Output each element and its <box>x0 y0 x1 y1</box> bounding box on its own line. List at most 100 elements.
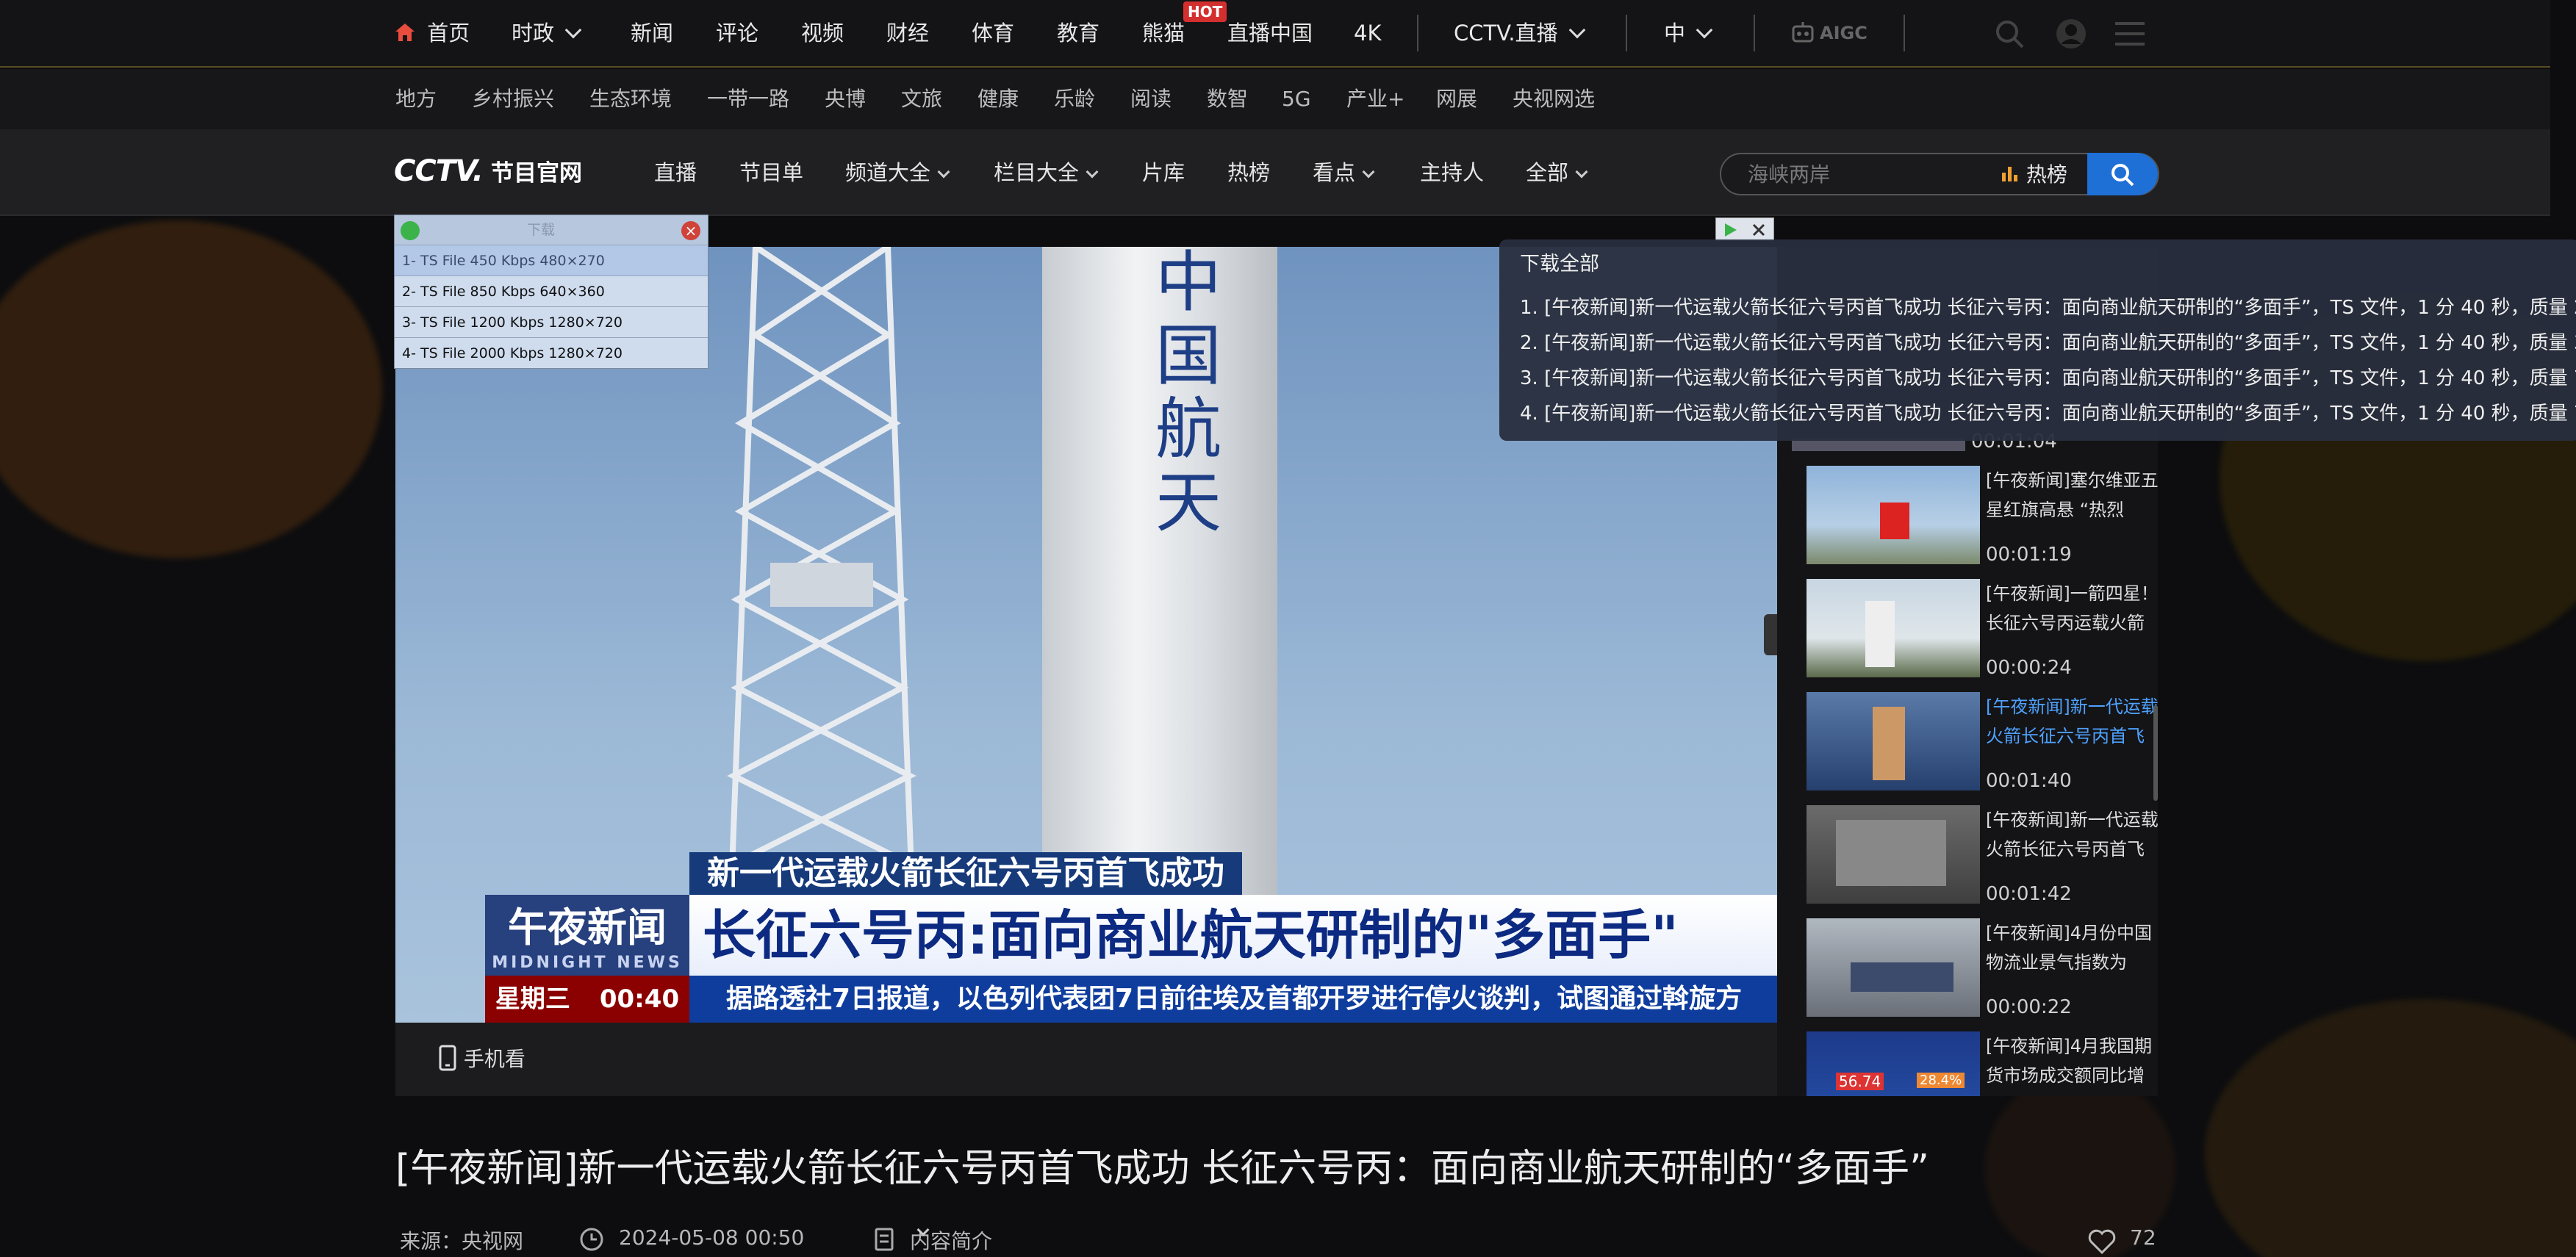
subnav-item[interactable]: 5G <box>1282 69 1311 129</box>
subnav-item[interactable]: 文旅 <box>901 69 942 129</box>
format-option[interactable]: 2- TS File 850 Kbps 640×360 <box>395 275 708 306</box>
video-thumbnail[interactable] <box>1807 692 1980 790</box>
program-logo-text: 午夜新闻 <box>508 904 667 951</box>
prognav-live[interactable]: 直播 <box>654 129 697 216</box>
subnav-item[interactable]: 数智 <box>1207 69 1248 129</box>
close-icon[interactable]: × <box>681 221 700 240</box>
subnav-item[interactable]: 网展 <box>1436 69 1477 129</box>
subnav-item[interactable]: 一带一路 <box>707 69 789 129</box>
menu-icon[interactable] <box>2114 19 2146 48</box>
prognav-programs-label: 栏目大全 <box>994 160 1080 185</box>
nav-live-china[interactable]: 直播中国 <box>1227 0 1313 66</box>
subnav-item[interactable]: 央博 <box>825 69 866 129</box>
chevron-down-icon <box>1086 165 1099 179</box>
hotlist-label: 热榜 <box>2026 162 2067 187</box>
nav-news[interactable]: 新闻 <box>631 0 673 66</box>
playlist-item[interactable]: [午夜新闻]一箭四星！长征六号丙运载火箭 00:00:24 <box>1792 579 2158 682</box>
nav-4k[interactable]: 4K <box>1354 0 1381 66</box>
nav-finance[interactable]: 财经 <box>886 0 929 66</box>
nav-politics[interactable]: 时政 <box>512 0 582 66</box>
format-option[interactable]: 3- TS File 1200 Kbps 1280×720 <box>395 306 708 337</box>
playlist-item[interactable]: [午夜新闻]新一代运载火箭长征六号丙首飞 00:01:42 <box>1792 805 2158 908</box>
download-all-title[interactable]: 下载全部 <box>1520 250 1599 279</box>
prognav-highlights[interactable]: 看点 <box>1313 129 1375 216</box>
mobile-watch-label: 手机看 <box>463 1047 525 1071</box>
document-icon <box>875 1228 894 1251</box>
aigc-logo[interactable]: AIGC <box>1790 21 1868 46</box>
nav-news-label: 新闻 <box>631 21 674 46</box>
nav-cctv-live-label: CCTV.直播 <box>1454 21 1558 46</box>
playlist-item[interactable]: [午夜新闻]塞尔维亚五星红旗高悬 “热烈 00:01:19 <box>1792 466 2158 569</box>
format-option[interactable]: 1- TS File 450 Kbps 480×270 <box>395 245 708 275</box>
download-item[interactable]: 4. [午夜新闻]新一代运载火箭长征六号丙首飞成功 长征六号丙：面向商业航天研制… <box>1520 397 2576 431</box>
close-icon[interactable] <box>1750 222 1768 238</box>
bar-chart-icon <box>2002 167 2017 181</box>
playlist-item[interactable]: 56.74 28.4% [午夜新闻]4月我国期货市场成交额同比增 <box>1792 1031 2152 1096</box>
video-thumbnail[interactable] <box>1807 805 1980 904</box>
search-button[interactable] <box>2087 153 2158 195</box>
subnav-item[interactable]: 地方 <box>395 69 437 129</box>
nav-home[interactable]: 首页 <box>394 0 470 66</box>
download-item[interactable]: 2. [午夜新闻]新一代运载火箭长征六号丙首飞成功 长征六号丙：面向商业航天研制… <box>1520 326 2576 360</box>
playlist-scrollbar[interactable] <box>2153 705 2158 801</box>
prognav-channels[interactable]: 频道大全 <box>845 129 950 216</box>
chart-value: 28.4% <box>1917 1073 1965 1088</box>
nav-politics-label: 时政 <box>512 21 555 46</box>
playlist-item-title: [午夜新闻]新一代运载火箭长征六号丙首飞 <box>1986 696 2158 746</box>
side-expand-handle[interactable] <box>1764 614 1777 655</box>
prognav-programs[interactable]: 栏目大全 <box>994 129 1099 216</box>
nav-cctv-live[interactable]: CCTV.直播 <box>1454 0 1585 66</box>
prognav-hot[interactable]: 热榜 <box>1227 129 1270 216</box>
subnav-item[interactable]: 阅读 <box>1130 69 1172 129</box>
subnav-item[interactable]: 产业+ <box>1346 69 1404 129</box>
heart-icon[interactable] <box>2087 1228 2117 1255</box>
language-selector[interactable]: 中 <box>1664 0 1713 66</box>
prognav-library[interactable]: 片库 <box>1142 129 1185 216</box>
broadcast-clock: 00:40 <box>599 984 680 1014</box>
nav-sports[interactable]: 体育 <box>972 0 1014 66</box>
playlist-item[interactable]: [午夜新闻]4月份中国物流业景气指数为 00:00:22 <box>1792 918 2152 1021</box>
aigc-label: AIGC <box>1820 23 1868 43</box>
subnav-item[interactable]: 乐龄 <box>1054 69 1095 129</box>
hotlist-link[interactable]: 热榜 <box>2001 154 2067 195</box>
nav-education[interactable]: 教育 <box>1057 0 1099 66</box>
search-icon[interactable] <box>1993 18 2026 50</box>
subnav-item[interactable]: 乡村振兴 <box>472 69 554 129</box>
playlist-item-duration: 00:00:24 <box>1986 657 2072 679</box>
nav-panda[interactable]: 熊猫 <box>1142 0 1185 66</box>
playlist-item-active[interactable]: [午夜新闻]新一代运载火箭长征六号丙首飞 00:01:40 <box>1792 692 2158 795</box>
source-label: 来源：央视网 <box>400 1229 524 1253</box>
playlist-item-duration: 00:01:19 <box>1986 544 2072 566</box>
prognav-schedule[interactable]: 节目单 <box>739 129 803 216</box>
broadcast-time: 星期三 00:40 <box>485 976 689 1023</box>
video-thumbnail[interactable]: 56.74 28.4% <box>1807 1031 1980 1096</box>
flag-image <box>1880 503 1909 539</box>
search-input[interactable] <box>1748 162 1990 188</box>
video-thumbnail[interactable] <box>1807 918 1980 1017</box>
play-icon[interactable] <box>1722 222 1740 238</box>
nav-video[interactable]: 视频 <box>801 0 844 66</box>
user-icon[interactable] <box>2055 18 2087 50</box>
video-thumbnail[interactable] <box>1807 579 1980 677</box>
nav-commentary-label: 评论 <box>716 21 759 46</box>
format-option[interactable]: 4- TS File 2000 Kbps 1280×720 <box>395 337 708 368</box>
subnav-item[interactable]: 央视网选 <box>1513 69 1595 129</box>
caption-subtitle: 新一代运载火箭长征六号丙首飞成功 <box>689 852 1242 895</box>
video-thumbnail[interactable] <box>1807 466 1980 564</box>
nav-education-label: 教育 <box>1057 21 1100 46</box>
prognav-all-label: 全部 <box>1526 160 1569 185</box>
nav-video-label: 视频 <box>801 21 844 46</box>
prognav-all[interactable]: 全部 <box>1526 129 1588 216</box>
subnav-item[interactable]: 生态环境 <box>589 69 672 129</box>
prognav-hosts[interactable]: 主持人 <box>1420 129 1484 216</box>
hot-badge: HOT <box>1183 1 1227 22</box>
top-navigation: 首页 时政 新闻 评论 视频 财经 体育 教育 熊猫 HOT 直播中国 4K C… <box>0 0 2550 68</box>
subnav-item[interactable]: 健康 <box>977 69 1019 129</box>
download-icon[interactable] <box>401 221 420 240</box>
mobile-watch-button[interactable]: 手机看 <box>438 1023 525 1096</box>
download-item[interactable]: 1. [午夜新闻]新一代运载火箭长征六号丙首飞成功 长征六号丙：面向商业航天研制… <box>1520 291 2576 325</box>
download-item[interactable]: 3. [午夜新闻]新一代运载火箭长征六号丙首飞成功 长征六号丙：面向商业航天研制… <box>1520 361 2576 395</box>
nav-commentary[interactable]: 评论 <box>716 0 758 66</box>
nav-finance-label: 财经 <box>886 21 930 46</box>
cctv-logo[interactable]: CCTV. 节目官网 <box>394 154 582 191</box>
